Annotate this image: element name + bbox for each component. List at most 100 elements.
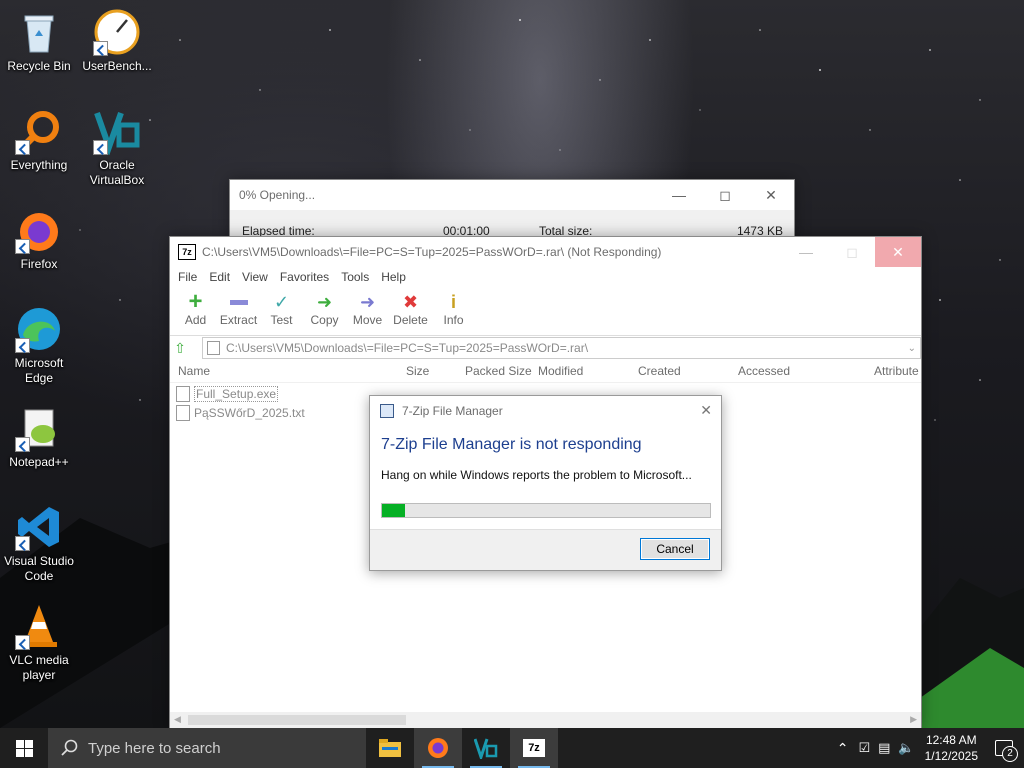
menu-favorites[interactable]: Favorites (274, 270, 335, 284)
desktop-icon-vlc[interactable]: VLC media player (0, 602, 78, 683)
opening-progress-window[interactable]: 0% Opening... — ◻ ✕ Elapsed time: 00:01:… (229, 179, 795, 241)
system-tray: ⌃ ☑ ▤ 🔈 12:48 AM 1/12/2025 2 (837, 728, 1024, 768)
file-row[interactable]: Full_Setup.exe (176, 386, 279, 402)
info-icon: i (450, 291, 456, 312)
desktop-icon-notepadpp[interactable]: Notepad++ (0, 404, 78, 470)
menu-edit[interactable]: Edit (203, 270, 236, 284)
dialog-close-button[interactable]: ✕ (700, 402, 712, 419)
windows-logo-icon (15, 739, 33, 757)
info-button[interactable]: i Info (432, 287, 475, 335)
minus-icon (217, 291, 260, 313)
not-responding-dialog[interactable]: 7-Zip File Manager ✕ 7-Zip File Manager … (369, 395, 722, 571)
scroll-right-icon[interactable]: ▶ (910, 714, 917, 725)
clock[interactable]: 12:48 AM 1/12/2025 (925, 732, 978, 764)
delete-button[interactable]: ✖ Delete (389, 287, 432, 335)
file-row[interactable]: PąSSWőrD_2025.txt (176, 405, 305, 421)
address-bar: ⇧ C:\Users\VM5\Downloads\=File=PC=S=Tup=… (170, 335, 921, 360)
copy-arrow-icon: ➜ (316, 291, 333, 312)
progress-window-title: 0% Opening... (239, 188, 316, 202)
column-attribute[interactable]: Attribute (874, 364, 919, 378)
column-accessed[interactable]: Accessed (738, 364, 790, 378)
desktop-icon-everything[interactable]: Everything (0, 107, 78, 173)
file-explorer-icon (379, 739, 401, 757)
shortcut-arrow-icon (15, 536, 30, 551)
column-size[interactable]: Size (406, 364, 429, 378)
plus-icon: + (188, 288, 203, 315)
maximize-button[interactable]: ◻ (829, 237, 875, 267)
chevron-up-icon[interactable]: ⌃ (837, 740, 849, 757)
chevron-down-icon[interactable]: ⌄ (908, 343, 916, 354)
progress-titlebar[interactable]: 0% Opening... — ◻ ✕ (230, 180, 794, 210)
virtualbox-icon (474, 738, 498, 759)
shortcut-arrow-icon (15, 338, 30, 353)
extract-button[interactable]: Extract (217, 287, 260, 335)
shortcut-arrow-icon (15, 437, 30, 452)
up-folder-icon[interactable]: ⇧ (170, 340, 190, 357)
copy-button[interactable]: ➜ Copy (303, 287, 346, 335)
7zip-app-icon: 7z (178, 244, 196, 260)
column-packed-size[interactable]: Packed Size (465, 364, 532, 378)
dialog-footer: Cancel (370, 529, 721, 570)
scroll-left-icon[interactable]: ◀ (174, 714, 181, 725)
desktop-icon-edge[interactable]: Microsoft Edge (0, 305, 78, 386)
shortcut-arrow-icon (15, 239, 30, 254)
add-button[interactable]: + Add (174, 287, 217, 335)
archive-icon (207, 341, 220, 355)
network-icon[interactable]: ▤ (878, 740, 890, 756)
taskbar-file-explorer[interactable] (366, 728, 414, 768)
close-button[interactable]: ✕ (875, 237, 921, 267)
taskbar-virtualbox[interactable] (462, 728, 510, 768)
notification-badge: 2 (1002, 746, 1018, 762)
scrollbar-thumb[interactable] (188, 715, 406, 725)
7zip-titlebar[interactable]: 7z C:\Users\VM5\Downloads\=File=PC=S=Tup… (170, 237, 921, 267)
7zip-window-title: C:\Users\VM5\Downloads\=File=PC=S=Tup=20… (202, 245, 662, 259)
test-button[interactable]: ✓ Test (260, 287, 303, 335)
taskbar-7zip[interactable]: 7z (510, 728, 558, 768)
progress-fill (382, 504, 405, 517)
security-icon[interactable]: ☑ (858, 740, 870, 756)
7zip-dialog-icon (380, 404, 394, 418)
dialog-heading: 7-Zip File Manager is not responding (381, 436, 642, 453)
shortcut-arrow-icon (93, 140, 108, 155)
x-icon: ✖ (402, 291, 419, 312)
column-name[interactable]: Name (178, 364, 210, 378)
volume-muted-icon[interactable]: 🔈 (898, 740, 914, 756)
menu-view[interactable]: View (236, 270, 274, 284)
firefox-icon (428, 738, 448, 758)
toolbar: + Add Extract ✓ Test ➜ Copy ➜ Move ✖ Delete i… (170, 287, 921, 335)
column-headers: Name Size Packed Size Modified Created A… (170, 360, 921, 383)
search-icon (61, 739, 78, 756)
column-created[interactable]: Created (638, 364, 681, 378)
column-modified[interactable]: Modified (538, 364, 583, 378)
report-progress-bar (381, 503, 711, 518)
menu-tools[interactable]: Tools (335, 270, 375, 284)
check-icon: ✓ (273, 291, 290, 312)
minimize-button[interactable]: — (783, 237, 829, 267)
move-button[interactable]: ➜ Move (346, 287, 389, 335)
horizontal-scrollbar[interactable]: ◀ ▶ (170, 712, 921, 728)
desktop-icon-userbench[interactable]: UserBench... (78, 8, 156, 74)
taskbar: Type here to search 7z ⌃ ☑ ▤ 🔈 12:48 AM … (0, 728, 1024, 768)
close-button[interactable]: ✕ (748, 180, 794, 210)
notification-center-button[interactable]: 2 (984, 728, 1024, 768)
menu-bar: File Edit View Favorites Tools Help (170, 267, 921, 287)
desktop-icon-firefox[interactable]: Firefox (0, 206, 78, 272)
dialog-message: Hang on while Windows reports the proble… (381, 468, 692, 482)
cancel-button[interactable]: Cancel (640, 538, 710, 560)
exe-file-icon (176, 386, 190, 402)
desktop-icon-virtualbox[interactable]: Oracle VirtualBox (78, 107, 156, 188)
menu-help[interactable]: Help (375, 270, 412, 284)
taskbar-firefox[interactable] (414, 728, 462, 768)
taskbar-search-box[interactable]: Type here to search (48, 728, 366, 768)
maximize-button[interactable]: ◻ (702, 180, 748, 210)
dialog-titlebar[interactable]: 7-Zip File Manager ✕ (370, 396, 721, 426)
desktop-icon-recycle-bin[interactable]: Recycle Bin (0, 8, 78, 74)
move-arrow-icon: ➜ (359, 291, 376, 312)
dialog-title: 7-Zip File Manager (402, 404, 503, 418)
start-button[interactable] (0, 728, 48, 768)
address-input[interactable]: C:\Users\VM5\Downloads\=File=PC=S=Tup=20… (202, 337, 921, 359)
minimize-button[interactable]: — (656, 180, 702, 210)
7zip-icon: 7z (523, 739, 545, 757)
desktop-icon-vscode[interactable]: Visual Studio Code (0, 503, 78, 584)
menu-file[interactable]: File (172, 270, 203, 284)
